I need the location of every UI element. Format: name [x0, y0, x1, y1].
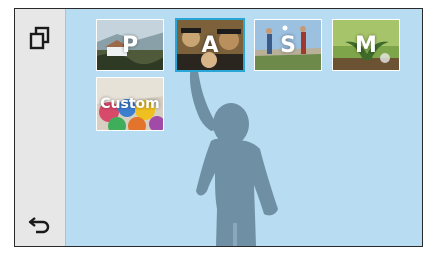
- sidebar: [15, 9, 66, 246]
- return-arrow-icon: [28, 217, 50, 234]
- back-button[interactable]: [25, 209, 55, 239]
- copy-overlay-icon: [29, 26, 50, 50]
- mode-thumbnail-m[interactable]: M: [332, 19, 400, 71]
- mode-label: S: [280, 32, 296, 58]
- mode-label: P: [121, 32, 139, 58]
- mode-label: Custom: [100, 96, 160, 112]
- mode-thumbnail-custom[interactable]: Custom: [96, 77, 164, 131]
- copy-button[interactable]: [25, 23, 55, 53]
- mode-selection-area: P A S M Custom: [66, 9, 422, 246]
- mode-thumbnail-p[interactable]: P: [96, 19, 164, 71]
- mode-thumbnail-s[interactable]: S: [254, 19, 322, 71]
- mode-label: M: [355, 32, 377, 58]
- camera-mode-screen: P A S M Custom: [14, 8, 423, 247]
- mode-thumbnail-a[interactable]: A: [175, 18, 245, 72]
- mode-label: A: [201, 32, 219, 58]
